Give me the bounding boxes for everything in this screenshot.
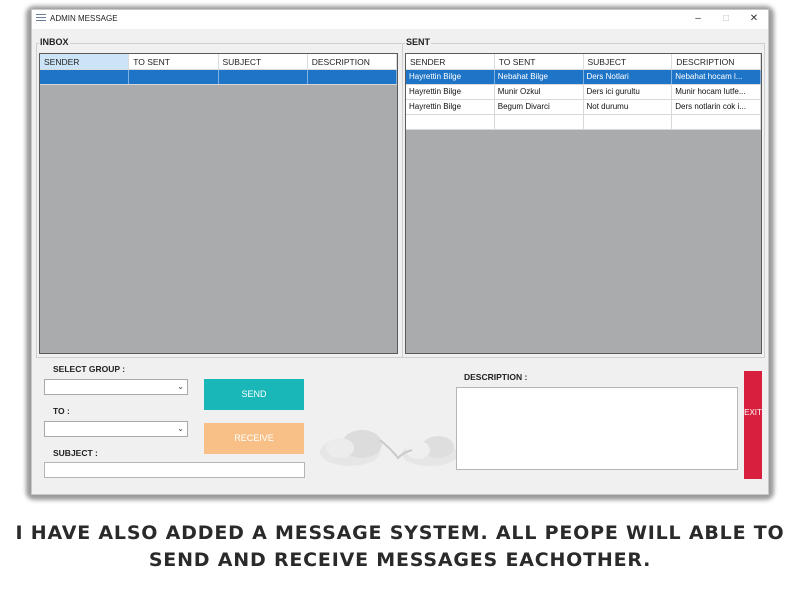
sent-cell: Nebahat Bilge xyxy=(495,70,584,84)
cloud-decoration-icon xyxy=(320,430,458,466)
sent-cell: Hayrettin Bilge xyxy=(406,70,495,84)
sent-col-description[interactable]: DESCRIPTION xyxy=(672,54,761,69)
sent-cell: Ders notlarin cok i... xyxy=(672,100,761,114)
sent-cell xyxy=(672,115,761,129)
exit-button-label: EXIT xyxy=(744,408,762,417)
caption-text: I HAVE ALSO ADDED A MESSAGE SYSTEM. ALL … xyxy=(15,522,785,571)
inbox-table-row[interactable] xyxy=(40,70,397,85)
inbox-cell xyxy=(129,70,219,84)
sent-label: SENT xyxy=(405,37,432,47)
inbox-col-description[interactable]: DESCRIPTION xyxy=(308,54,397,69)
send-button[interactable]: SEND xyxy=(204,379,304,410)
sent-cell: Begum Divarci xyxy=(495,100,584,114)
inbox-col-subject[interactable]: SUBJECT xyxy=(219,54,308,69)
inbox-cell xyxy=(40,70,130,84)
sent-cell: Nebahat hocam l... xyxy=(672,70,761,84)
inbox-cell xyxy=(219,70,308,84)
sent-cell: Hayrettin Bilge xyxy=(406,100,495,114)
sent-cell: Munir hocam lutfe... xyxy=(672,85,761,99)
sent-cell: Munir Ozkul xyxy=(495,85,584,99)
sent-table-row[interactable]: Hayrettin Bilge Nebahat Bilge Ders Notla… xyxy=(406,70,761,85)
sent-cell xyxy=(584,115,673,129)
to-label: TO : xyxy=(53,406,70,416)
subject-label: SUBJECT : xyxy=(53,448,98,458)
sent-table-row[interactable]: Hayrettin Bilge Begum Divarci Not durumu… xyxy=(406,100,761,115)
select-group-dropdown[interactable]: ⌄ xyxy=(44,379,188,395)
minimize-button[interactable]: – xyxy=(684,11,712,27)
sent-cell xyxy=(495,115,584,129)
sent-table-row[interactable]: Hayrettin Bilge Munir Ozkul Ders ici gur… xyxy=(406,85,761,100)
inbox-grid[interactable]: SENDER TO SENT SUBJECT DESCRIPTION xyxy=(39,53,398,354)
sent-table-row-new[interactable] xyxy=(406,115,761,130)
description-label: DESCRIPTION : xyxy=(464,372,528,382)
sent-header-row: SENDER TO SENT SUBJECT DESCRIPTION xyxy=(406,54,761,70)
app-menu-icon xyxy=(36,14,46,24)
inbox-cell xyxy=(308,70,397,84)
sent-col-sender[interactable]: SENDER xyxy=(406,54,495,69)
maximize-button[interactable]: □ xyxy=(712,11,740,27)
sent-grid[interactable]: SENDER TO SENT SUBJECT DESCRIPTION Hayre… xyxy=(405,53,762,354)
admin-message-window: ADMIN MESSAGE – □ ✕ INBOX SENDER TO SENT… xyxy=(31,9,769,495)
subject-input[interactable] xyxy=(44,462,305,478)
title-bar: ADMIN MESSAGE – □ ✕ xyxy=(32,10,768,29)
description-textarea[interactable] xyxy=(456,387,738,470)
chevron-down-icon: ⌄ xyxy=(177,424,184,433)
sent-col-subject[interactable]: SUBJECT xyxy=(584,54,673,69)
close-button[interactable]: ✕ xyxy=(740,11,768,27)
sent-cell: Hayrettin Bilge xyxy=(406,85,495,99)
sent-cell xyxy=(406,115,495,129)
sent-cell: Ders ici gurultu xyxy=(584,85,673,99)
exit-button[interactable]: EXIT xyxy=(744,371,762,479)
inbox-col-to-sent[interactable]: TO SENT xyxy=(129,54,219,69)
sent-cell: Not durumu xyxy=(584,100,673,114)
to-dropdown[interactable]: ⌄ xyxy=(44,421,188,437)
receive-button[interactable]: RECEIVE xyxy=(204,423,304,454)
window-title: ADMIN MESSAGE xyxy=(50,14,118,23)
inbox-label: INBOX xyxy=(39,37,70,47)
sent-cell: Ders Notlari xyxy=(584,70,673,84)
chevron-down-icon: ⌄ xyxy=(177,382,184,391)
select-group-label: SELECT GROUP : xyxy=(53,364,126,374)
inbox-header-row: SENDER TO SENT SUBJECT DESCRIPTION xyxy=(40,54,397,70)
sent-col-to-sent[interactable]: TO SENT xyxy=(495,54,584,69)
inbox-col-sender[interactable]: SENDER xyxy=(40,54,130,69)
